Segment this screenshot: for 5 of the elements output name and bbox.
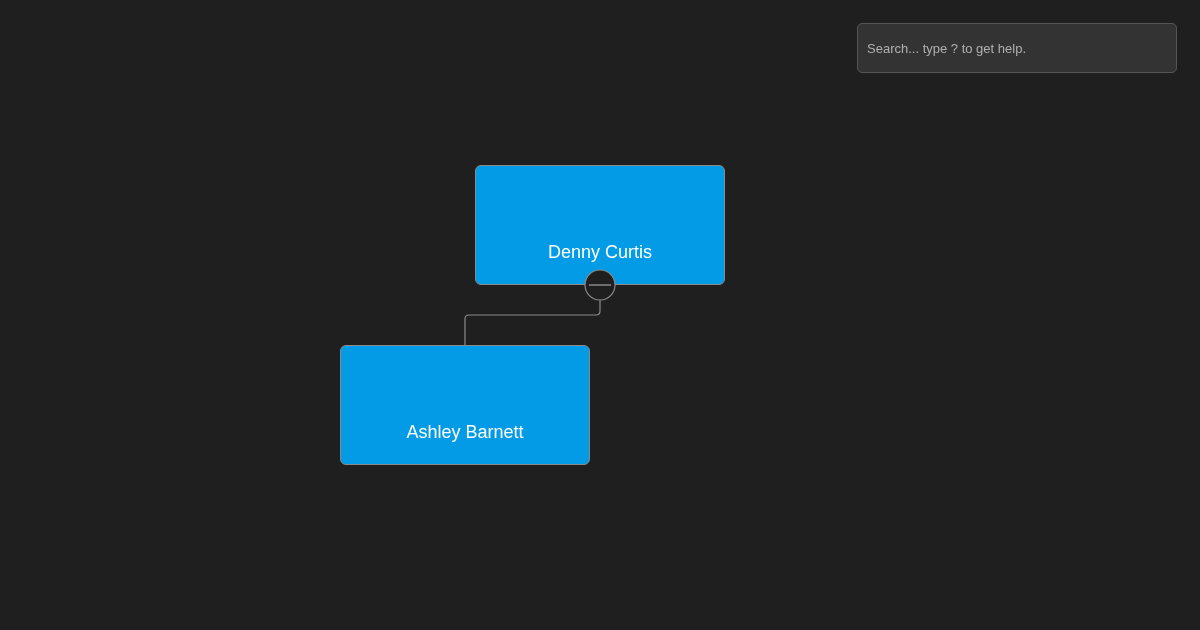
person-name: Denny Curtis bbox=[547, 241, 652, 263]
person-name: Ashley Barnett bbox=[406, 421, 524, 443]
search-field[interactable]: Search... type ? to get help. bbox=[857, 23, 1177, 73]
person-card[interactable]: Ashley Barnett bbox=[340, 345, 590, 465]
person-card[interactable]: Denny Curtis bbox=[475, 165, 725, 285]
